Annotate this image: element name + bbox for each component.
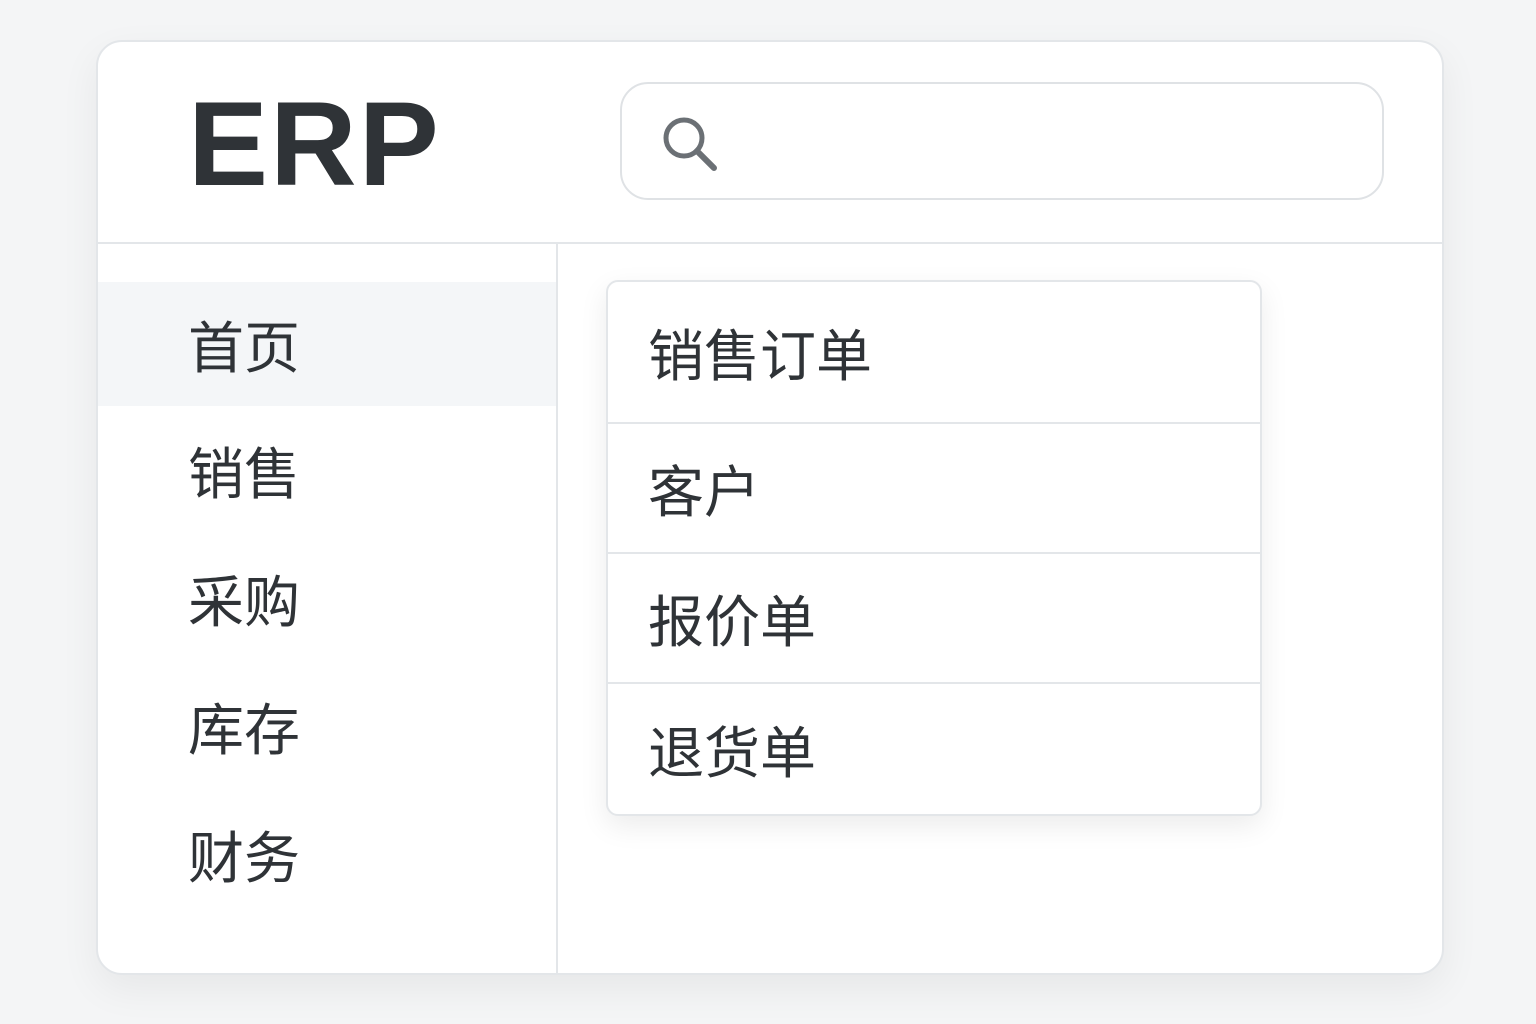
- sidebar-item-label: 首页: [188, 316, 300, 382]
- search-input[interactable]: [732, 104, 1352, 180]
- app-logo: ERP: [188, 77, 441, 211]
- submenu-item-returns[interactable]: 退货单: [608, 684, 1260, 814]
- sidebar-item-label: 财务: [188, 826, 300, 892]
- sidebar-item-label: 库存: [188, 698, 300, 764]
- sidebar-item-finance[interactable]: 财务: [98, 790, 556, 918]
- submenu-item-label: 报价单: [648, 590, 816, 656]
- submenu-item-quotations[interactable]: 报价单: [608, 554, 1260, 684]
- header: ERP: [98, 42, 1442, 244]
- sidebar-item-home[interactable]: 首页: [98, 282, 556, 406]
- app-window: ERP 首页 销售 采购 库存 财务 销售订单 客户 报价单 退货单: [96, 40, 1444, 975]
- search-box[interactable]: [620, 82, 1384, 200]
- sidebar-item-label: 采购: [188, 570, 300, 636]
- sidebar: 首页 销售 采购 库存 财务: [98, 244, 558, 973]
- main-content: 销售订单 客户 报价单 退货单: [558, 244, 1442, 973]
- sidebar-item-inventory[interactable]: 库存: [98, 662, 556, 790]
- submenu-item-label: 销售订单: [648, 324, 872, 390]
- submenu-item-label: 客户: [648, 460, 760, 526]
- submenu-item-sales-orders[interactable]: 销售订单: [608, 282, 1260, 424]
- submenu-item-customers[interactable]: 客户: [608, 424, 1260, 554]
- search-icon: [663, 117, 717, 171]
- sidebar-nav: 首页 销售 采购 库存 财务: [98, 282, 556, 918]
- sidebar-item-label: 销售: [188, 442, 300, 508]
- sales-submenu: 销售订单 客户 报价单 退货单: [606, 280, 1262, 816]
- submenu-item-label: 退货单: [648, 721, 816, 787]
- sidebar-item-purchasing[interactable]: 采购: [98, 534, 556, 662]
- sidebar-item-sales[interactable]: 销售: [98, 406, 556, 534]
